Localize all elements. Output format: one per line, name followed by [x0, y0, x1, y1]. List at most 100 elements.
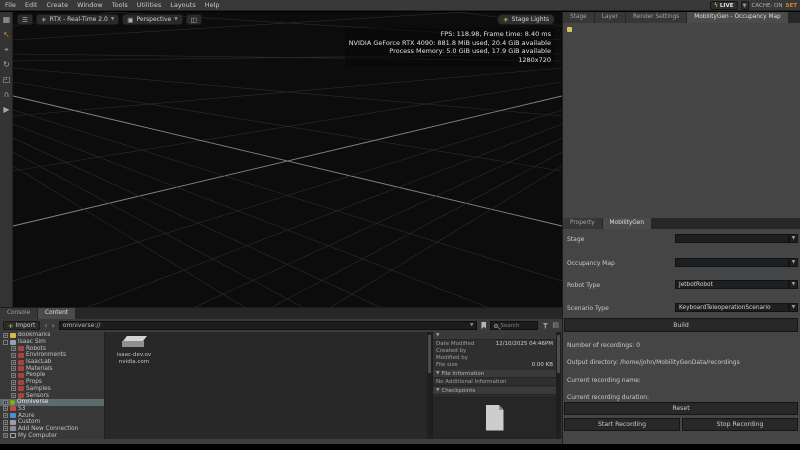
file-item-isaac-dev-ov[interactable]: isaac-dev.ovnvidia.com [111, 336, 157, 365]
expand-toggle-icon[interactable]: + [11, 346, 16, 351]
cache-set-button[interactable]: SET [786, 3, 797, 9]
menu-tools[interactable]: Tools [112, 1, 128, 9]
grid-view-icon[interactable]: ▤ [552, 322, 559, 329]
tree-item-robots[interactable]: +Robots [0, 345, 104, 352]
expand-toggle-icon[interactable]: + [11, 373, 16, 378]
details-collapse-header[interactable]: ▼ [433, 332, 556, 340]
tree-item-azure[interactable]: + Azure [0, 412, 104, 419]
renderer-selector[interactable]: ☀ RTX - Real-Time 2.0 ▼ [36, 14, 119, 25]
tree-item-label: Azure [18, 413, 35, 419]
back-icon[interactable]: ‹ [44, 321, 47, 330]
horizontal-splitter[interactable] [0, 307, 562, 308]
selection-mode-icon[interactable]: ▦ [0, 12, 13, 27]
viewport-menu-button[interactable]: ☰ [17, 14, 33, 25]
occupancy-map-tool-icon[interactable] [567, 27, 572, 32]
expand-toggle-icon[interactable]: + [3, 333, 8, 338]
file-information-header[interactable]: ▼ File Information [433, 370, 556, 378]
tree-item-isaaclab[interactable]: +IsaacLab [0, 359, 104, 366]
checkpoints-header[interactable]: ▼ Checkpoints [433, 387, 556, 395]
search-box[interactable] [490, 321, 538, 330]
tab-console[interactable]: Console [0, 308, 37, 319]
tree-item-omniverse[interactable]: +Omniverse [0, 399, 104, 406]
tab-stage[interactable]: Stage [563, 12, 594, 23]
expand-toggle-icon[interactable]: + [3, 413, 8, 418]
chevron-down-icon[interactable]: ▼ [470, 323, 473, 328]
path-input[interactable]: omniverse:// ▼ [59, 321, 478, 330]
file-grid[interactable]: isaac-dev.ovnvidia.com [104, 332, 427, 439]
expand-toggle-icon[interactable]: + [3, 433, 8, 438]
tree-item-materials[interactable]: + Materials [0, 365, 104, 372]
expand-toggle-icon[interactable]: + [3, 426, 8, 431]
chevron-down-icon[interactable]: ▼ [789, 280, 798, 289]
reset-button[interactable]: Reset [564, 402, 798, 415]
details-scrollbar[interactable] [556, 332, 561, 439]
start-recording-button[interactable]: Start Recording [564, 418, 680, 431]
menu-window[interactable]: Window [77, 1, 103, 9]
expand-toggle-icon[interactable]: + [3, 400, 8, 405]
play-icon[interactable]: ▶ [0, 102, 13, 117]
info-line: Current recording duration: [567, 394, 649, 401]
viewport-settings-button[interactable]: ◫ [186, 14, 202, 25]
build-button[interactable]: Build [564, 318, 798, 332]
search-input[interactable] [500, 323, 534, 329]
expand-toggle-icon[interactable]: + [3, 406, 8, 411]
tab-layer[interactable]: Layer [595, 12, 625, 23]
tree-item-bookmarks[interactable]: + Bookmarks [0, 332, 104, 339]
scale-tool-icon[interactable]: ◰ [0, 72, 13, 87]
tree-item-custom[interactable]: +Custom [0, 419, 104, 426]
tree-item-sensors[interactable]: +Sensors [0, 392, 104, 399]
dropdown-scenario-type[interactable]: KeyboardTeleoperationScenario [675, 303, 789, 312]
stage-lights-button[interactable]: ☀ Stage Lights [497, 14, 555, 25]
stat-line: FPS: 118.98, Frame time: 8.40 ms [349, 30, 551, 39]
tab-content[interactable]: Content [38, 308, 75, 319]
input-occupancy-map[interactable] [675, 258, 789, 267]
menu-edit[interactable]: Edit [25, 1, 38, 9]
expand-toggle-icon[interactable]: + [11, 353, 16, 358]
chevron-down-icon[interactable]: ▼ [789, 258, 798, 267]
filter-icon[interactable] [542, 323, 548, 329]
tree-item-people[interactable]: +People [0, 372, 104, 379]
collapse-toggle-icon[interactable]: - [3, 340, 8, 345]
vertical-splitter[interactable] [562, 12, 563, 444]
tab-property[interactable]: Property [563, 218, 602, 229]
dropdown-robot-type[interactable]: JetbotRobot [675, 280, 789, 289]
menu-file[interactable]: File [5, 1, 16, 9]
tab-render-settings[interactable]: Render Settings [626, 12, 686, 23]
camera-selector[interactable]: ▣ Perspective ▼ [122, 14, 182, 25]
import-button[interactable]: + Import [3, 321, 40, 330]
expand-toggle-icon[interactable]: + [11, 386, 16, 391]
tree-item-label: Materials [26, 366, 53, 372]
snap-tool-icon[interactable]: ∩ [0, 87, 13, 102]
viewport-3d[interactable]: ☰ ☀ RTX - Real-Time 2.0 ▼ ▣ Perspective … [13, 12, 562, 308]
cursor-select-icon[interactable]: ↖ [0, 27, 13, 42]
menu-create[interactable]: Create [46, 1, 68, 9]
tree-item-isaac-sim[interactable]: -Isaac Sim [0, 339, 104, 346]
tree-item-samples[interactable]: +Samples [0, 386, 104, 393]
live-button[interactable]: ϟ LIVE [710, 1, 738, 10]
tree-item-environments[interactable]: +Environments [0, 352, 104, 359]
tab-mobilitygen-occupancy-map[interactable]: MobilityGen - Occupancy Map [687, 12, 787, 23]
expand-toggle-icon[interactable]: + [11, 360, 16, 365]
move-tool-icon[interactable]: ⌖ [0, 42, 13, 57]
tree-item-props[interactable]: +Props [0, 379, 104, 386]
bookmark-icon[interactable] [481, 322, 486, 329]
tree-item-label: Bookmarks [18, 332, 50, 338]
tree-item-add-new-connection[interactable]: +Add New Connection [0, 426, 104, 433]
expand-toggle-icon[interactable]: + [11, 380, 16, 385]
menu-help[interactable]: Help [205, 1, 220, 9]
chevron-down-icon[interactable]: ▼ [789, 234, 798, 243]
tree-item-s3[interactable]: +S3 [0, 406, 104, 413]
tree-item-my-computer[interactable]: +My Computer [0, 432, 104, 439]
expand-toggle-icon[interactable]: + [11, 366, 16, 371]
tab-mobilitygen[interactable]: MobilityGen [603, 218, 652, 229]
input-stage[interactable] [675, 234, 789, 243]
menu-layouts[interactable]: Layouts [170, 1, 195, 9]
live-dropdown-caret-icon[interactable]: ▼ [741, 1, 749, 10]
stop-recording-button[interactable]: Stop Recording [682, 418, 798, 431]
forward-icon[interactable]: › [52, 321, 55, 330]
menu-utilities[interactable]: Utilities [137, 1, 161, 9]
expand-toggle-icon[interactable]: + [3, 420, 8, 425]
expand-toggle-icon[interactable]: + [11, 393, 16, 398]
chevron-down-icon[interactable]: ▼ [789, 303, 798, 312]
rotate-tool-icon[interactable]: ↻ [0, 57, 13, 72]
